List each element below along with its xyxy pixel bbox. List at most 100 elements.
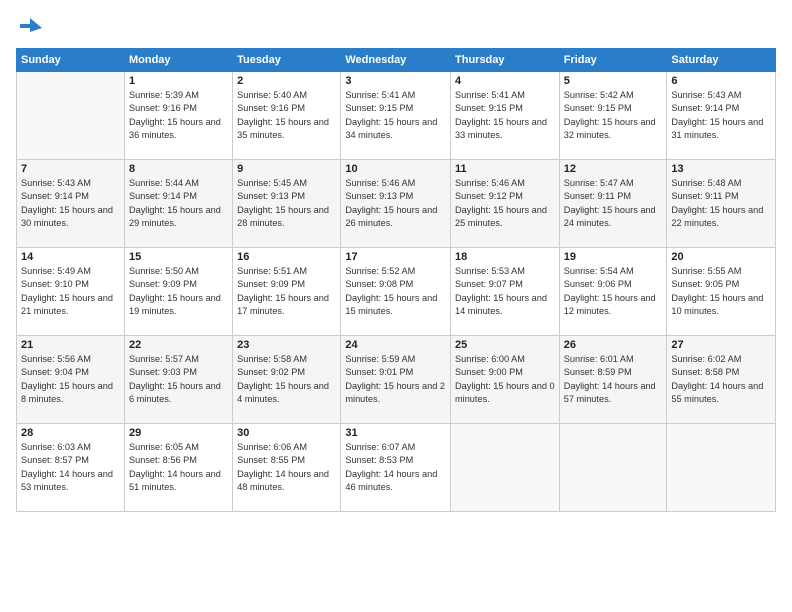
- calendar-cell: 26Sunrise: 6:01 AMSunset: 8:59 PMDayligh…: [559, 336, 667, 424]
- day-info: Sunrise: 6:01 AMSunset: 8:59 PMDaylight:…: [564, 353, 663, 406]
- logo-icon: [16, 14, 44, 42]
- day-number: 19: [564, 251, 663, 263]
- day-info: Sunrise: 5:41 AMSunset: 9:15 PMDaylight:…: [455, 89, 555, 142]
- day-info: Sunrise: 5:39 AMSunset: 9:16 PMDaylight:…: [129, 89, 228, 142]
- day-info: Sunrise: 5:40 AMSunset: 9:16 PMDaylight:…: [237, 89, 336, 142]
- day-info: Sunrise: 5:46 AMSunset: 9:12 PMDaylight:…: [455, 177, 555, 230]
- day-info: Sunrise: 5:53 AMSunset: 9:07 PMDaylight:…: [455, 265, 555, 318]
- day-number: 1: [129, 75, 228, 87]
- calendar-cell: [667, 424, 776, 512]
- day-info: Sunrise: 5:50 AMSunset: 9:09 PMDaylight:…: [129, 265, 228, 318]
- calendar-week-4: 21 Sunrise: 5:56 AMSunset: 9:04 PMDayligh…: [17, 336, 776, 424]
- calendar-cell: 25 Sunrise: 6:00 AMSunset: 9:00 PMDayligh…: [451, 336, 560, 424]
- day-info: Sunrise: 6:03 AMSunset: 8:57 PMDaylight:…: [21, 441, 120, 494]
- day-info: Sunrise: 5:58 AMSunset: 9:02 PMDaylight:…: [237, 353, 336, 406]
- calendar-cell: 6 Sunrise: 5:43 AMSunset: 9:14 PMDaylight…: [667, 72, 776, 160]
- day-number: 18: [455, 251, 555, 263]
- calendar-cell: 9 Sunrise: 5:45 AMSunset: 9:13 PMDaylight…: [233, 160, 341, 248]
- day-number: 5: [564, 75, 663, 87]
- calendar-cell: 19 Sunrise: 5:54 AMSunset: 9:06 PMDayligh…: [559, 248, 667, 336]
- calendar-cell: 15 Sunrise: 5:50 AMSunset: 9:09 PMDayligh…: [124, 248, 232, 336]
- calendar-cell: 28 Sunrise: 6:03 AMSunset: 8:57 PMDayligh…: [17, 424, 125, 512]
- calendar-page: SundayMondayTuesdayWednesdayThursdayFrid…: [0, 0, 792, 612]
- calendar-cell: [17, 72, 125, 160]
- day-info: Sunrise: 6:02 AMSunset: 8:58 PMDaylight:…: [671, 353, 771, 406]
- calendar-week-1: 1 Sunrise: 5:39 AMSunset: 9:16 PMDaylight…: [17, 72, 776, 160]
- day-number: 25: [455, 339, 555, 351]
- day-number: 24: [345, 339, 446, 351]
- weekday-header-thursday: Thursday: [451, 49, 560, 72]
- day-number: 9: [237, 163, 336, 175]
- day-number: 17: [345, 251, 446, 263]
- calendar-cell: 11 Sunrise: 5:46 AMSunset: 9:12 PMDayligh…: [451, 160, 560, 248]
- calendar-cell: 7Sunrise: 5:43 AMSunset: 9:14 PMDaylight…: [17, 160, 125, 248]
- day-number: 30: [237, 427, 336, 439]
- calendar-cell: 23 Sunrise: 5:58 AMSunset: 9:02 PMDayligh…: [233, 336, 341, 424]
- day-info: Sunrise: 5:42 AMSunset: 9:15 PMDaylight:…: [564, 89, 663, 142]
- day-number: 11: [455, 163, 555, 175]
- weekday-header-row: SundayMondayTuesdayWednesdayThursdayFrid…: [17, 49, 776, 72]
- weekday-header-monday: Monday: [124, 49, 232, 72]
- calendar-cell: 10 Sunrise: 5:46 AMSunset: 9:13 PMDayligh…: [341, 160, 451, 248]
- calendar-cell: 1 Sunrise: 5:39 AMSunset: 9:16 PMDaylight…: [124, 72, 232, 160]
- day-number: 23: [237, 339, 336, 351]
- day-number: 8: [129, 163, 228, 175]
- weekday-header-saturday: Saturday: [667, 49, 776, 72]
- day-info: Sunrise: 5:47 AMSunset: 9:11 PMDaylight:…: [564, 177, 663, 230]
- day-info: Sunrise: 6:07 AMSunset: 8:53 PMDaylight:…: [345, 441, 446, 494]
- weekday-header-friday: Friday: [559, 49, 667, 72]
- calendar-cell: 5 Sunrise: 5:42 AMSunset: 9:15 PMDaylight…: [559, 72, 667, 160]
- day-info: Sunrise: 5:56 AMSunset: 9:04 PMDaylight:…: [21, 353, 120, 406]
- day-info: Sunrise: 5:51 AMSunset: 9:09 PMDaylight:…: [237, 265, 336, 318]
- weekday-header-tuesday: Tuesday: [233, 49, 341, 72]
- calendar-cell: 22Sunrise: 5:57 AMSunset: 9:03 PMDayligh…: [124, 336, 232, 424]
- day-number: 6: [671, 75, 771, 87]
- day-info: Sunrise: 5:43 AMSunset: 9:14 PMDaylight:…: [21, 177, 120, 230]
- day-info: Sunrise: 6:06 AMSunset: 8:55 PMDaylight:…: [237, 441, 336, 494]
- calendar-cell: 13 Sunrise: 5:48 AMSunset: 9:11 PMDayligh…: [667, 160, 776, 248]
- calendar-cell: 24Sunrise: 5:59 AMSunset: 9:01 PMDayligh…: [341, 336, 451, 424]
- day-number: 10: [345, 163, 446, 175]
- calendar-cell: 12 Sunrise: 5:47 AMSunset: 9:11 PMDayligh…: [559, 160, 667, 248]
- day-number: 3: [345, 75, 446, 87]
- day-info: Sunrise: 5:52 AMSunset: 9:08 PMDaylight:…: [345, 265, 446, 318]
- calendar-cell: 2Sunrise: 5:40 AMSunset: 9:16 PMDaylight…: [233, 72, 341, 160]
- day-number: 4: [455, 75, 555, 87]
- day-info: Sunrise: 6:00 AMSunset: 9:00 PMDaylight:…: [455, 353, 555, 406]
- logo: [16, 14, 48, 42]
- calendar-cell: [559, 424, 667, 512]
- day-number: 28: [21, 427, 120, 439]
- day-number: 21: [21, 339, 120, 351]
- calendar-cell: 14 Sunrise: 5:49 AMSunset: 9:10 PMDayligh…: [17, 248, 125, 336]
- day-info: Sunrise: 5:49 AMSunset: 9:10 PMDaylight:…: [21, 265, 120, 318]
- day-info: Sunrise: 5:48 AMSunset: 9:11 PMDaylight:…: [671, 177, 771, 230]
- calendar-table: SundayMondayTuesdayWednesdayThursdayFrid…: [16, 48, 776, 512]
- day-number: 16: [237, 251, 336, 263]
- day-info: Sunrise: 5:45 AMSunset: 9:13 PMDaylight:…: [237, 177, 336, 230]
- day-info: Sunrise: 6:05 AMSunset: 8:56 PMDaylight:…: [129, 441, 228, 494]
- weekday-header-wednesday: Wednesday: [341, 49, 451, 72]
- day-number: 13: [671, 163, 771, 175]
- day-number: 12: [564, 163, 663, 175]
- calendar-cell: 17 Sunrise: 5:52 AMSunset: 9:08 PMDayligh…: [341, 248, 451, 336]
- day-info: Sunrise: 5:44 AMSunset: 9:14 PMDaylight:…: [129, 177, 228, 230]
- day-info: Sunrise: 5:55 AMSunset: 9:05 PMDaylight:…: [671, 265, 771, 318]
- day-number: 15: [129, 251, 228, 263]
- day-number: 20: [671, 251, 771, 263]
- calendar-cell: 8 Sunrise: 5:44 AMSunset: 9:14 PMDaylight…: [124, 160, 232, 248]
- header: [16, 10, 776, 42]
- calendar-cell: 4 Sunrise: 5:41 AMSunset: 9:15 PMDaylight…: [451, 72, 560, 160]
- day-number: 14: [21, 251, 120, 263]
- day-info: Sunrise: 5:46 AMSunset: 9:13 PMDaylight:…: [345, 177, 446, 230]
- calendar-cell: [451, 424, 560, 512]
- calendar-week-2: 7Sunrise: 5:43 AMSunset: 9:14 PMDaylight…: [17, 160, 776, 248]
- day-info: Sunrise: 5:41 AMSunset: 9:15 PMDaylight:…: [345, 89, 446, 142]
- calendar-cell: 27 Sunrise: 6:02 AMSunset: 8:58 PMDayligh…: [667, 336, 776, 424]
- day-number: 27: [671, 339, 771, 351]
- day-info: Sunrise: 5:43 AMSunset: 9:14 PMDaylight:…: [671, 89, 771, 142]
- calendar-week-3: 14 Sunrise: 5:49 AMSunset: 9:10 PMDayligh…: [17, 248, 776, 336]
- calendar-cell: 20 Sunrise: 5:55 AMSunset: 9:05 PMDayligh…: [667, 248, 776, 336]
- calendar-cell: 16 Sunrise: 5:51 AMSunset: 9:09 PMDayligh…: [233, 248, 341, 336]
- day-info: Sunrise: 5:54 AMSunset: 9:06 PMDaylight:…: [564, 265, 663, 318]
- calendar-cell: 30 Sunrise: 6:06 AMSunset: 8:55 PMDayligh…: [233, 424, 341, 512]
